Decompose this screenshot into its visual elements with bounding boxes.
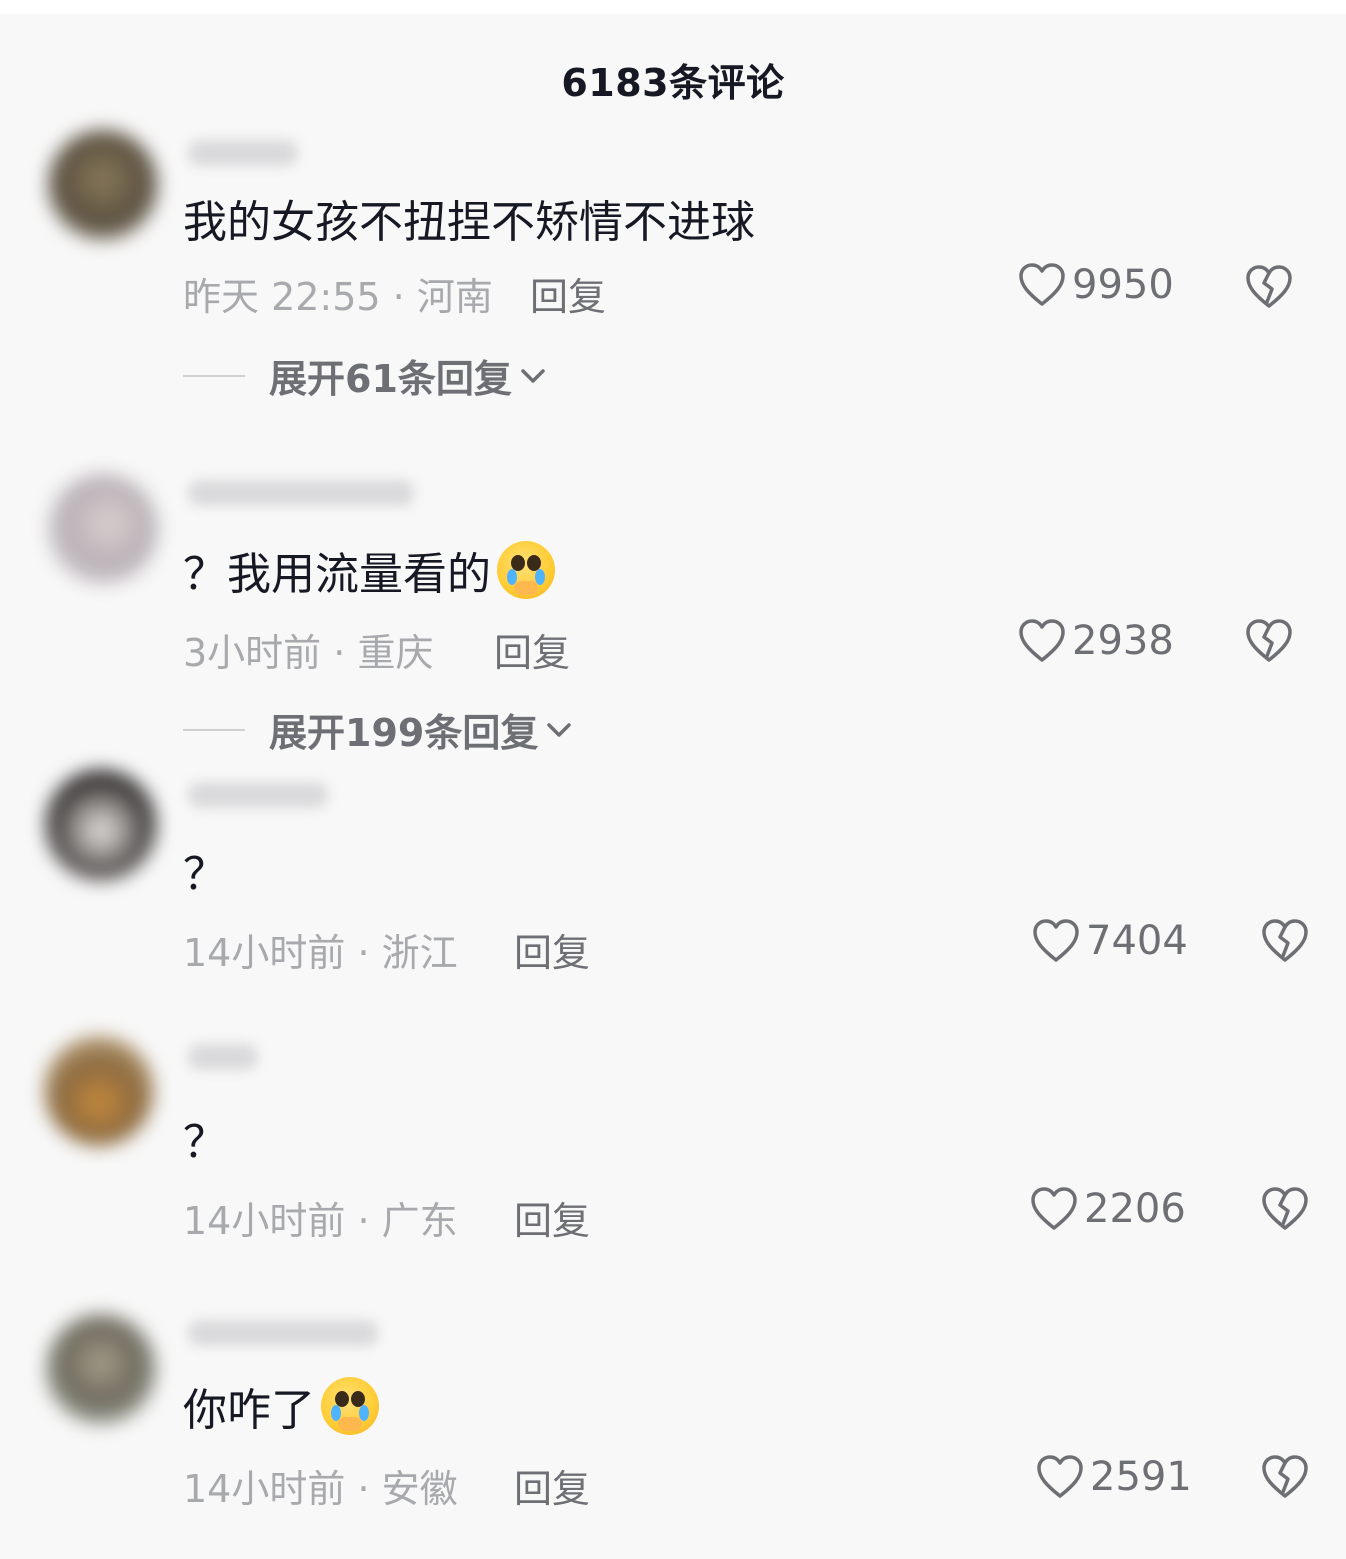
dislike-button[interactable] [1244,264,1294,314]
comment-time: 14小时前 [183,931,346,975]
expand-replies-button[interactable]: 展开199条回复 [183,702,572,757]
avatar[interactable] [44,1036,154,1146]
divider-line [183,728,245,731]
meta-separator: · [321,631,358,675]
comment-text-content: 你咋了 [183,1385,315,1436]
username-blurred[interactable] [188,140,298,166]
like-button[interactable]: 7404 [1032,918,1188,964]
broken-heart-icon [1246,265,1292,308]
dislike-button[interactable] [1260,918,1310,968]
meta-separator: · [345,1467,382,1511]
heart-outline-icon [1019,619,1065,662]
comment-meta: 14小时前 · 广东 [183,1190,458,1245]
meta-separator: · [380,275,417,319]
comment-text-content: ？我用流量看的 [183,549,491,600]
heart-outline-icon [1037,1455,1083,1498]
like-count: 9950 [1072,262,1174,308]
broken-heart-icon [1262,1187,1308,1230]
expand-replies-button[interactable]: 展开61条回复 [183,348,546,403]
username-blurred[interactable] [188,480,414,506]
comment-time: 14小时前 [183,1199,346,1243]
reply-button[interactable]: 回复 [514,1190,590,1245]
like-button[interactable]: 9950 [1018,262,1174,308]
chevron-down-icon [547,722,572,737]
comment-text: 我的女孩不扭捏不矫情不进球 [183,186,755,250]
avatar[interactable] [48,474,158,584]
like-count: 2206 [1084,1186,1186,1232]
like-count: 2938 [1072,618,1174,664]
comment-meta: 3小时前 · 重庆 [183,622,433,677]
heart-outline-icon [1031,1187,1077,1230]
meta-separator: · [345,931,382,975]
broken-heart-icon [1262,919,1308,962]
comment-meta: 昨天 22:55 · 河南 [183,266,493,321]
comment-location: 安徽 [381,1467,458,1511]
comment-text: ？ [183,1106,227,1170]
dislike-button[interactable] [1260,1186,1310,1236]
like-count: 7404 [1086,918,1188,964]
username-blurred[interactable] [188,1320,378,1346]
reply-button[interactable]: 回复 [530,266,606,321]
reply-button[interactable]: 回复 [514,1458,590,1513]
chevron-down-icon [521,368,545,383]
heart-outline-icon [1019,263,1065,306]
comment-text-content: 我的女孩不扭捏不矫情不进球 [183,197,755,248]
top-strip [0,0,1346,14]
comment-text: ？ [183,838,227,902]
broken-heart-icon [1246,619,1292,662]
comment-location: 重庆 [357,631,434,675]
comment-text-content: ？ [183,849,227,900]
expand-label: 展开199条回复 [269,711,539,755]
username-blurred[interactable] [188,782,328,808]
dislike-button[interactable] [1260,1454,1310,1504]
like-button[interactable]: 2591 [1036,1454,1192,1500]
broken-heart-icon [1262,1455,1308,1498]
comment-text: ？我用流量看的 [183,538,555,602]
comment-location: 河南 [416,275,493,319]
comment-time: 昨天 22:55 [183,275,381,319]
reply-button[interactable]: 回复 [514,922,590,977]
like-button[interactable]: 2206 [1030,1186,1186,1232]
meta-separator: · [345,1199,382,1243]
avatar[interactable] [46,1314,156,1424]
heart-outline-icon [1033,919,1079,962]
comment-time: 14小时前 [183,1467,346,1511]
crying-face-emoji [321,1377,379,1435]
expand-label: 展开61条回复 [269,357,512,401]
avatar[interactable] [46,770,156,880]
crying-face-emoji [497,541,555,599]
comment-location: 广东 [381,1199,458,1243]
comment-text: 你咋了 [183,1374,379,1438]
comment-count-title: 6183条评论 [561,61,785,105]
username-blurred[interactable] [188,1044,258,1070]
like-button[interactable]: 2938 [1018,618,1174,664]
comment-text-content: ？ [183,1117,227,1168]
like-count: 2591 [1090,1454,1192,1500]
divider-line [183,374,245,377]
reply-button[interactable]: 回复 [494,622,570,677]
avatar[interactable] [48,130,158,240]
dislike-button[interactable] [1244,618,1294,668]
comment-time: 3小时前 [183,631,322,675]
comment-meta: 14小时前 · 浙江 [183,922,458,977]
comment-meta: 14小时前 · 安徽 [183,1458,458,1513]
comment-location: 浙江 [381,931,458,975]
comments-panel: 6183条评论 我的女孩不扭捏不矫情不进球 昨天 22:55 · 河南 回复 9… [0,0,1346,1559]
